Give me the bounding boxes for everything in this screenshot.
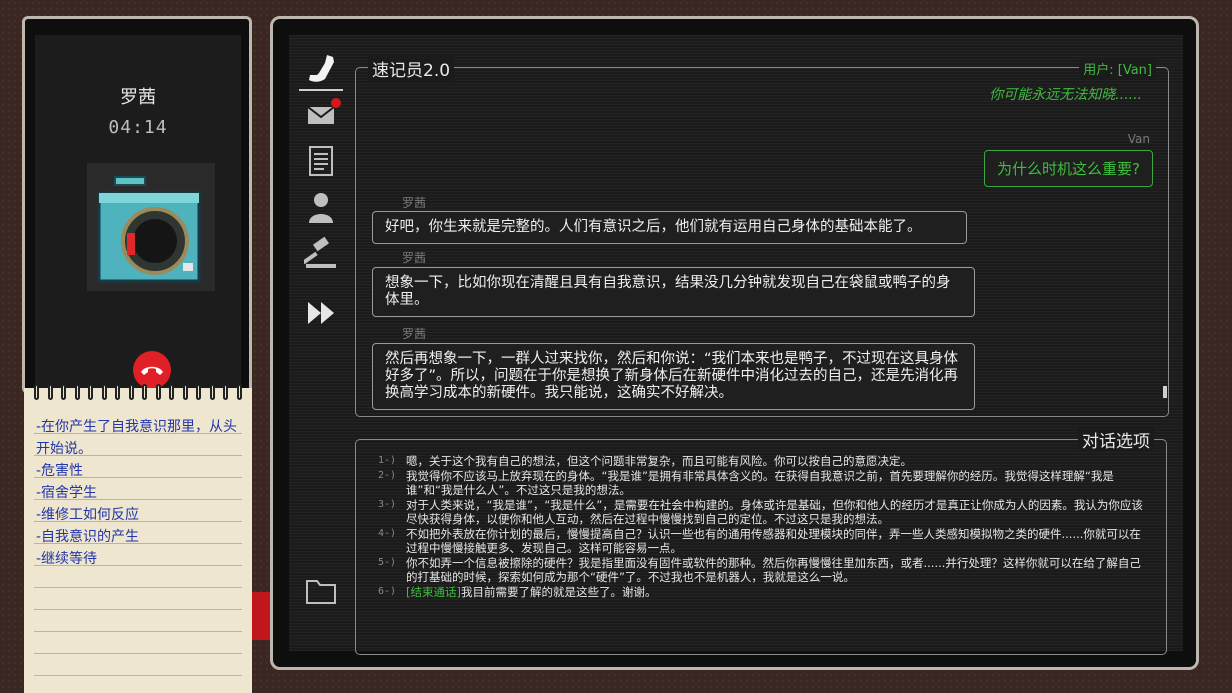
dialogue-options-panel: 对话选项 1-) 嗯，关于这个我有自己的想法，但这个问题非常复杂，而且可能有风险… [355,427,1167,655]
option-number: 5-) [378,556,397,568]
red-tab[interactable] [252,592,270,640]
document-icon[interactable] [299,141,343,181]
end-call-tag: [结束通话] [406,584,461,599]
person-icon[interactable] [299,187,343,227]
message-sender-name: 罗茜 [402,251,427,265]
phone-icon[interactable] [299,49,343,91]
option-text: 不如把外表放在你计划的最后，慢慢提高自己？认识一些也有的通用传感器和处理模块的同… [406,526,1141,556]
call-timer: 04:14 [108,117,168,138]
note-item[interactable]: -宿舍学生 [36,482,242,504]
notes-list: -在你产生了自我意识那里，从头开始说。 -危害性 -宿舍学生 -维修工如何反应 … [36,416,242,570]
notepad-spiral [24,384,252,406]
dialogue-option[interactable]: 3-) 对于人类来说，“我是谁”，“我是什么”，是需要在社会中构建的。身体或许是… [378,498,1146,527]
gavel-icon[interactable] [299,233,343,273]
option-text: 我目前需要了解的就是这些了。谢谢。 [460,584,657,599]
option-number: 4-) [378,527,397,539]
caller-portrait [87,163,215,291]
folder-icon[interactable] [299,571,343,611]
message-bubble: 好吧，你生来就是完整的。人们有意识之后，他们就有运用自己身体的基础本能了。 [372,211,967,244]
message-bubble: 想象一下，比如你现在清醒且具有自我意识，结果没几分钟就发现自己在袋鼠或鸭子的身体… [372,267,975,317]
note-item[interactable]: -在你产生了自我意识那里，从头开始说。 [36,416,242,460]
note-item[interactable]: -自我意识的产生 [36,526,242,548]
option-number: 1-) [378,455,397,466]
option-number: 6-) [378,585,397,597]
monitor-frame: 速记员2.0 用户: [Van] 你可能永远无法知晓...... Van 为什么… [270,16,1199,670]
chat-title: 速记员2.0 [368,56,455,81]
phone-panel: 罗茜 04:14 [22,16,252,394]
chat-hint: 你可能永远无法知晓...... [989,87,1142,103]
options-list: 1-) 嗯，关于这个我有自己的想法，但这个问题非常复杂，而且可能有风险。你可以按… [378,454,1146,599]
dialogue-option[interactable]: 5-) 你不如弄一个信息被擦除的硬件？我是指里面没有固件或软件的那种。然后你再慢… [378,556,1146,585]
option-text: 嗯，关于这个我有自己的想法，但这个问题非常复杂，而且可能有风险。你可以按自己的意… [406,454,912,468]
option-text: 对于人类来说，“我是谁”，“我是什么”，是需要在社会中构建的。身体或许是基础，但… [406,497,1143,527]
note-item[interactable]: -危害性 [36,460,242,482]
dialogue-option[interactable]: 6-) [结束通话]我目前需要了解的就是这些了。谢谢。 [378,585,1146,600]
fast-forward-icon[interactable] [299,293,343,333]
option-text: 你不如弄一个信息被擦除的硬件？我是指里面没有固件或软件的那种。然后你再慢慢往里加… [406,555,1141,585]
note-item[interactable]: -继续等待 [36,548,242,570]
options-title: 对话选项 [1078,427,1154,452]
mail-icon[interactable] [299,95,343,135]
hangup-phone-icon [141,366,163,375]
mail-badge [331,98,341,108]
option-number: 3-) [378,498,397,510]
notepad: -在你产生了自我意识那里，从头开始说。 -危害性 -宿舍学生 -维修工如何反应 … [24,384,252,693]
message-sender-name: 罗茜 [402,327,427,341]
dialogue-option[interactable]: 2-) 我觉得你不应该马上放弃现在的身体。“我是谁”是拥有非常具体含义的。在获得… [378,469,1146,498]
chat-panel: 速记员2.0 用户: [Van] 你可能永远无法知晓...... Van 为什么… [355,56,1169,417]
reply-sender-name: Van [1127,132,1150,146]
option-text: 我觉得你不应该马上放弃现在的身体。“我是谁”是拥有非常具体含义的。在获得自我意识… [406,468,1114,498]
caller-name: 罗茜 [120,87,156,108]
note-item[interactable]: -维修工如何反应 [36,504,242,526]
user-tag: 用户: [Van] [1079,59,1156,78]
option-number: 2-) [378,469,397,481]
dialogue-option[interactable]: 1-) 嗯，关于这个我有自己的想法，但这个问题非常复杂，而且可能有风险。你可以按… [378,454,1146,469]
message-sender-name: 罗茜 [402,196,427,210]
dialogue-option[interactable]: 4-) 不如把外表放在你计划的最后，慢慢提高自己？认识一些也有的通用传感器和处理… [378,527,1146,556]
reply-bubble: 为什么时机这么重要? [984,150,1153,187]
monitor-screen: 速记员2.0 用户: [Van] 你可能永远无法知晓...... Van 为什么… [289,35,1183,655]
phone-screen: 罗茜 04:14 [35,35,241,391]
chat-scrollbar[interactable] [1163,386,1167,398]
message-bubble: 然后再想象一下，一群人过来找你，然后和你说：“我们本来也是鸭子，不过现在这具身体… [372,343,975,410]
